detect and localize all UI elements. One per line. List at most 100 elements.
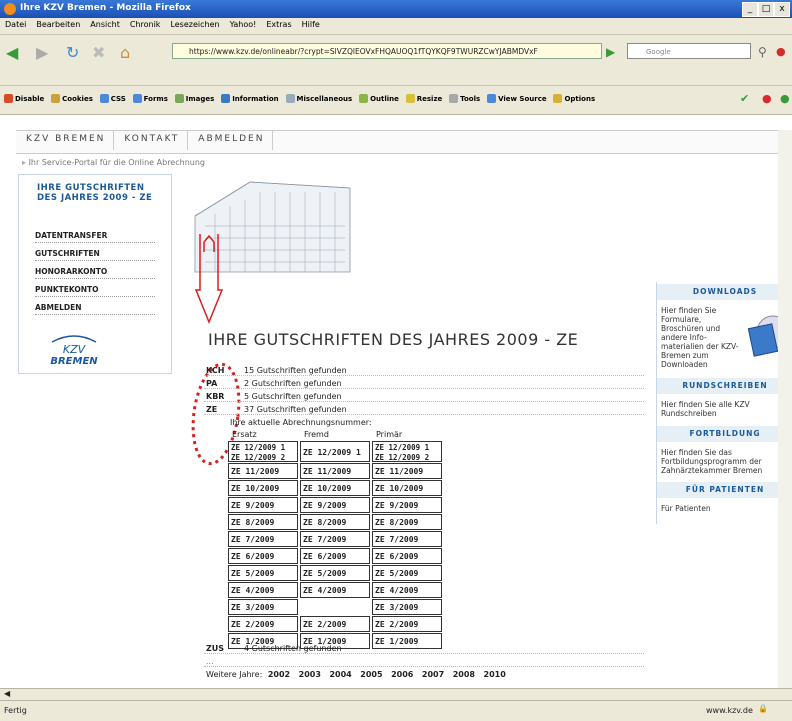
menu-lesezeichen[interactable]: Lesezeichen	[165, 18, 224, 29]
toolbar-tools[interactable]: Tools	[449, 94, 480, 103]
toolbar-outline[interactable]: Outline	[359, 94, 399, 103]
go-icon[interactable]: ▶	[606, 45, 615, 59]
toolbar-resize[interactable]: Resize	[405, 94, 442, 103]
logo-text: KZV	[62, 343, 86, 356]
table-cell[interactable]: ZE 11/2009	[372, 463, 442, 479]
fortbildung-heading[interactable]: FORTBILDUNG	[657, 426, 792, 442]
table-cell[interactable]: ZE 12/2009 1	[300, 441, 370, 462]
menu-hilfe[interactable]: Hilfe	[297, 18, 325, 29]
year-link-2008[interactable]: 2008	[453, 670, 475, 679]
menu-yahoo[interactable]: Yahoo!	[225, 18, 262, 29]
sidebar-item-gutschriften[interactable]: GUTSCHRIFTEN	[35, 249, 155, 261]
year-link-2010[interactable]: 2010	[484, 670, 506, 679]
table-cell[interactable]: ZE 9/2009	[228, 497, 298, 513]
rundschreiben-heading[interactable]: RUNDSCHREIBEN	[657, 378, 792, 394]
table-cell[interactable]: ZE 7/2009	[228, 531, 298, 547]
column-header-ersatz: Ersatz	[232, 430, 257, 439]
error-icon[interactable]: ●	[762, 92, 772, 105]
sidebar-item-datentransfer[interactable]: DATENTRANSFER	[35, 231, 155, 243]
table-cell[interactable]: ZE 2/2009	[372, 616, 442, 632]
menu-datei[interactable]: Datei	[0, 18, 31, 29]
table-cell[interactable]: ZE 4/2009	[372, 582, 442, 598]
close-button[interactable]: x	[774, 2, 790, 17]
topnav-kzv-bremen[interactable]: KZV BREMEN	[16, 131, 115, 150]
table-cell[interactable]: ZE 8/2009	[228, 514, 298, 530]
toolbar-information[interactable]: Information	[221, 94, 279, 103]
table-cell[interactable]: ZE 8/2009	[372, 514, 442, 530]
scroll-left-icon[interactable]: ◀	[4, 689, 10, 698]
year-link-2002[interactable]: 2002	[268, 670, 290, 679]
stop-icon[interactable]: ✖	[92, 43, 105, 62]
home-icon[interactable]: ⌂	[120, 43, 130, 62]
year-link-2004[interactable]: 2004	[329, 670, 351, 679]
toolbar-disable[interactable]: Disable	[4, 94, 44, 103]
minimize-button[interactable]: _	[742, 2, 758, 17]
menu-ansicht[interactable]: Ansicht	[85, 18, 125, 29]
lock-icon: 🔒	[758, 704, 768, 713]
table-cell[interactable]: ZE 3/2009	[372, 599, 442, 615]
abrechnungsnummer-label: Ihre aktuelle Abrechnungsnummer:	[230, 418, 372, 427]
ok-icon[interactable]: ●	[780, 92, 790, 105]
table-cell[interactable]: ZE 7/2009	[300, 531, 370, 547]
top-navigation: KZV BREMEN KONTAKT ABMELDEN	[16, 130, 790, 154]
vertical-scrollbar[interactable]	[778, 130, 792, 688]
year-link-2003[interactable]: 2003	[299, 670, 321, 679]
table-cell[interactable]: ZE 5/2009	[228, 565, 298, 581]
topnav-abmelden[interactable]: ABMELDEN	[188, 131, 274, 150]
table-cell[interactable]: ZE 10/2009	[228, 480, 298, 496]
table-cell[interactable]: ZE 12/2009 1 ZE 12/2009 2	[372, 441, 442, 462]
downloads-heading[interactable]: DOWNLOADS	[657, 284, 792, 300]
toolbar-images[interactable]: Images	[174, 94, 214, 103]
table-cell[interactable]: ZE 11/2009	[300, 463, 370, 479]
table-cell[interactable]: ZE 7/2009	[372, 531, 442, 547]
menu-chronik[interactable]: Chronik	[125, 18, 166, 29]
reload-icon[interactable]: ↻	[66, 43, 79, 62]
table-cell[interactable]: ZE 10/2009	[300, 480, 370, 496]
menu-extras[interactable]: Extras	[261, 18, 296, 29]
table-cell[interactable]: ZE 11/2009	[228, 463, 298, 479]
search-icon[interactable]: ⚲	[758, 45, 767, 59]
table-cell[interactable]: ZE 3/2009	[228, 599, 298, 615]
forward-icon[interactable]: ▶	[36, 43, 48, 62]
back-icon[interactable]: ◀	[6, 43, 18, 62]
table-cell[interactable]: ZE 1/2009	[372, 633, 442, 649]
sidebar-title: IHRE GUTSCHRIFTEN DES JAHRES 2009 - ZE	[37, 183, 153, 203]
table-cell[interactable]: ZE 6/2009	[372, 548, 442, 564]
menu-bearbeiten[interactable]: Bearbeiten	[31, 18, 85, 29]
year-link-2006[interactable]: 2006	[391, 670, 413, 679]
toolbar-options[interactable]: Options	[553, 94, 595, 103]
table-cell[interactable]: ZE 5/2009	[300, 565, 370, 581]
table-cell[interactable]: ZE 8/2009	[300, 514, 370, 530]
table-cell[interactable]: ZE 4/2009	[300, 582, 370, 598]
year-link-2005[interactable]: 2005	[360, 670, 382, 679]
sidebar-item-punktekonto[interactable]: PUNKTEKONTO	[35, 285, 155, 297]
check-icon[interactable]: ✔	[740, 92, 749, 105]
table-cell[interactable]: ZE 6/2009	[300, 548, 370, 564]
table-cell[interactable]: ZE 6/2009	[228, 548, 298, 564]
table-cell[interactable]: ZE 9/2009	[300, 497, 370, 513]
search-input[interactable]: Google	[627, 43, 751, 59]
table-cell[interactable]: ZE 9/2009	[372, 497, 442, 513]
url-input[interactable]: https://www.kzv.de/onlineabr/?crypt=SlVZ…	[172, 43, 602, 59]
toolbar-view-source[interactable]: View Source	[487, 94, 547, 103]
sidebar-item-abmelden[interactable]: ABMELDEN	[35, 303, 155, 315]
toolbar-css[interactable]: CSS	[99, 94, 126, 103]
topnav-kontakt[interactable]: KONTAKT	[114, 131, 189, 150]
toolbar-forms[interactable]: Forms	[132, 94, 168, 103]
year-link-2007[interactable]: 2007	[422, 670, 444, 679]
toolbar-miscellaneous[interactable]: Miscellaneous	[285, 94, 352, 103]
table-cell[interactable]: ZE 4/2009	[228, 582, 298, 598]
row-divider	[204, 653, 644, 654]
maximize-button[interactable]: □	[758, 2, 774, 17]
toolbar-cookies[interactable]: Cookies	[51, 94, 93, 103]
count-text: 15 Gutschriften gefunden	[244, 366, 347, 375]
table-cell[interactable]: ZE 5/2009	[372, 565, 442, 581]
adblock-icon[interactable]: ●	[776, 45, 786, 58]
sidebar-item-honorarkonto[interactable]: HONORARKONTO	[35, 267, 155, 279]
table-cell[interactable]: ZE 10/2009	[372, 480, 442, 496]
table-cell[interactable]: ZE 2/2009	[228, 616, 298, 632]
fuer-patienten-heading[interactable]: FÜR PATIENTEN	[657, 482, 792, 498]
right-sidebar: DOWNLOADS Hier finden Sie Formulare, Bro…	[656, 282, 792, 524]
table-cell[interactable]: ZE 2/2009	[300, 616, 370, 632]
table-cell[interactable]: ZE 12/2009 1 ZE 12/2009 2	[228, 441, 298, 462]
